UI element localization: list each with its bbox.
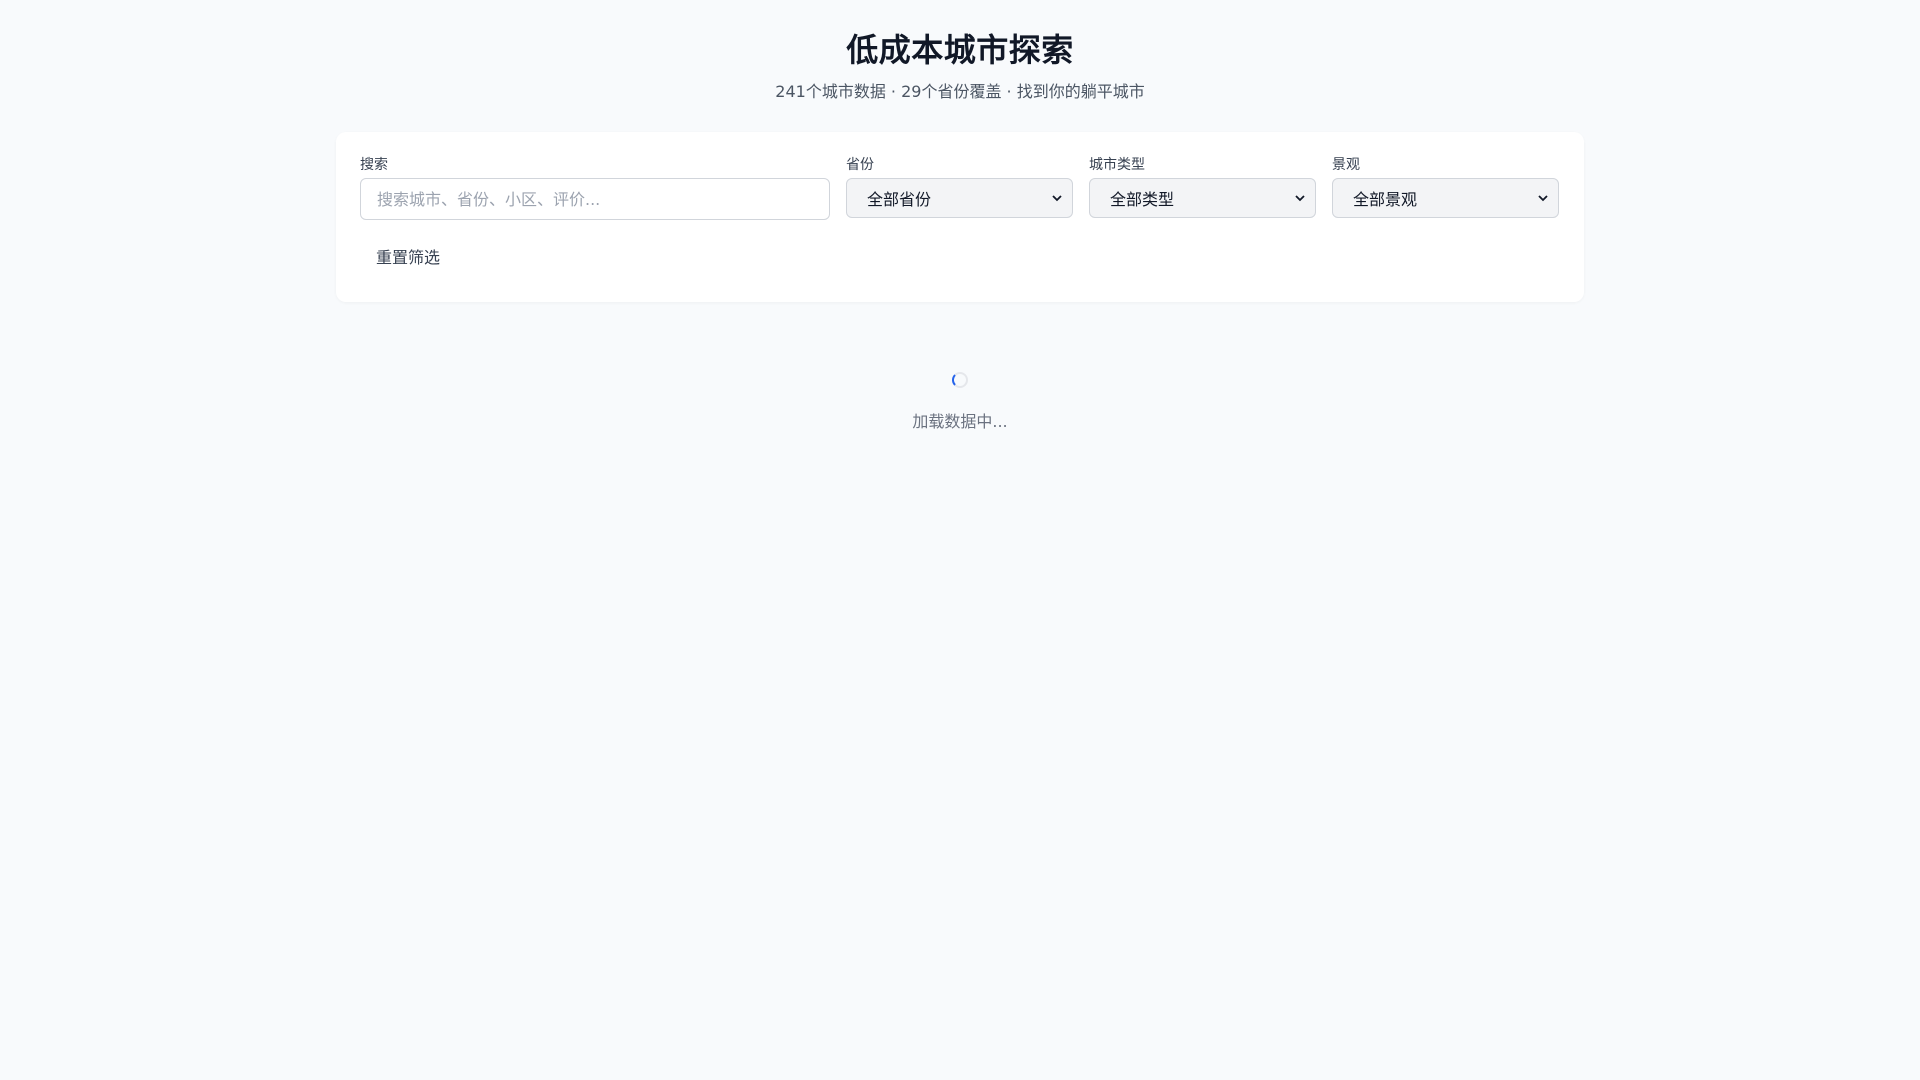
- city-type-selected-value: 全部类型: [1110, 190, 1175, 209]
- chevron-down-icon: [1052, 195, 1062, 202]
- province-label: 省份: [846, 157, 874, 173]
- filter-row: 搜索 省份 全部省份 城市类型 全部类型 景观 全部景观: [360, 156, 1560, 220]
- scenery-select[interactable]: 全部景观: [1332, 178, 1559, 218]
- province-select[interactable]: 全部省份: [846, 178, 1073, 218]
- province-selected-value: 全部省份: [867, 190, 932, 209]
- search-field: 搜索: [360, 156, 830, 220]
- page-title: 低成本城市探索: [846, 31, 1074, 69]
- filter-panel: 搜索 省份 全部省份 城市类型 全部类型 景观 全部景观: [336, 132, 1584, 302]
- city-type-field: 城市类型 全部类型: [1089, 156, 1316, 220]
- reset-filters-button[interactable]: 重置筛选: [360, 238, 456, 274]
- page-subtitle: 241个城市数据 · 29个省份覆盖 · 找到你的躺平城市: [775, 82, 1145, 101]
- page-header: 低成本城市探索 241个城市数据 · 29个省份覆盖 · 找到你的躺平城市: [0, 0, 1920, 102]
- search-label: 搜索: [360, 157, 388, 173]
- chevron-down-icon: [1538, 195, 1548, 202]
- spinner-icon: [952, 372, 968, 388]
- scenery-field: 景观 全部景观: [1332, 156, 1559, 220]
- loading-text: 加载数据中...: [912, 412, 1008, 431]
- search-input[interactable]: [360, 178, 830, 220]
- scenery-selected-value: 全部景观: [1353, 190, 1418, 209]
- loading-indicator: 加载数据中...: [0, 372, 1920, 432]
- city-type-select[interactable]: 全部类型: [1089, 178, 1316, 218]
- chevron-down-icon: [1295, 195, 1305, 202]
- city-type-label: 城市类型: [1089, 157, 1145, 173]
- province-field: 省份 全部省份: [846, 156, 1073, 220]
- scenery-label: 景观: [1332, 157, 1360, 173]
